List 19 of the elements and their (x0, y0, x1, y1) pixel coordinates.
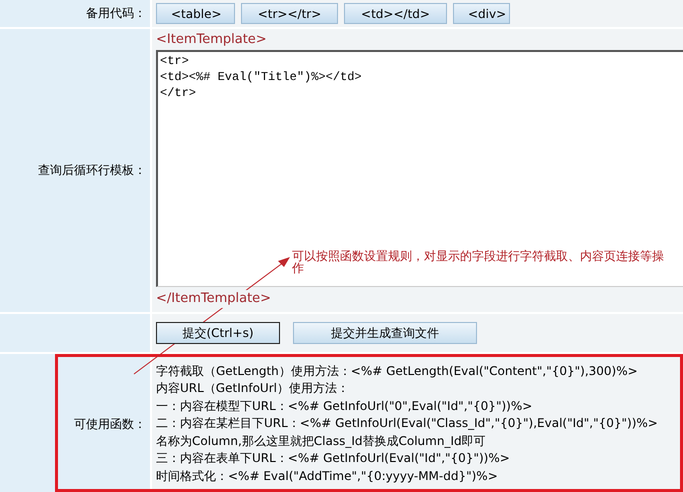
snippet-button[interactable]: <div> (453, 3, 510, 24)
template-tag: <ItemTemplate> (156, 31, 267, 49)
template-tag: </ItemTemplate> (156, 290, 272, 308)
help-text: 名称为Column,那么这里就把Class_Id替换成Column_Id即可 (156, 432, 487, 450)
help-text: 内容URL（GetInfoUrl）使用方法： (156, 380, 350, 398)
field-label: 查询后循环行模板： (38, 162, 146, 179)
snippet-button[interactable]: <table> (156, 3, 235, 24)
annotation-text: 可以按照函数设置规则，对显示的字段进行字符截取、内容页连接等操作 (292, 250, 665, 274)
submit-button[interactable]: 提交(Ctrl+s) (156, 322, 280, 344)
help-text: 一：内容在模型下URL：<%# GetInfoUrl("0",Eval("Id","{0}"))%> (156, 398, 534, 415)
help-text: 时间格式化：<%# Eval("AddTime","{0:yyyy-MM-dd}")%> (156, 468, 499, 485)
snippet-button[interactable]: <tr></tr> (241, 3, 338, 24)
snippet-button[interactable]: <td></td> (344, 3, 447, 24)
submit-button[interactable]: 提交并生成查询文件 (293, 322, 477, 344)
help-text: 三：内容在表单下URL：<%# GetInfoUrl(Eval("Id","{0}"))%> (156, 450, 511, 468)
help-text: 二：内容在某栏目下URL：<%# GetInfoUrl(Eval("Class_Id","{0}"),Eval("Id","{0}"))%> (156, 415, 659, 432)
help-text: 字符截取（GetLength）使用方法：<%# GetLength(Eval("Content","{0}"),300)%> (156, 362, 639, 380)
field-label: 可使用函数： (74, 416, 146, 432)
field-label: 备用代码： (86, 5, 146, 22)
